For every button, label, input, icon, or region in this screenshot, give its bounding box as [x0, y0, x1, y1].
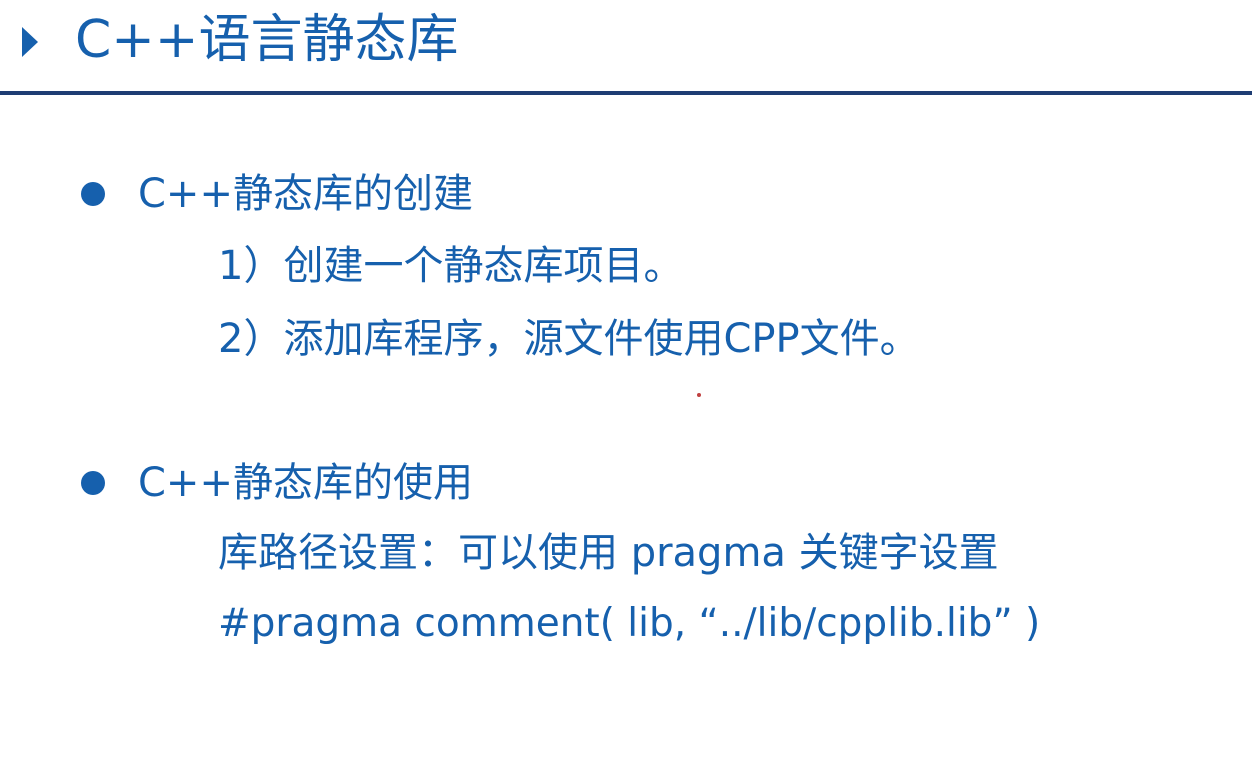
- create-step-2: 2）添加库程序，源文件使用CPP文件。: [218, 316, 920, 362]
- usage-pragma-code: #pragma comment( lib, “../lib/cpplib.lib…: [218, 601, 1041, 646]
- bullet-dot-icon: [81, 182, 105, 206]
- section-heading-create: C++静态库的创建: [138, 171, 473, 217]
- usage-path-setting: 库路径设置：可以使用 pragma 关键字设置: [218, 530, 999, 576]
- bullet-dot-icon: [81, 471, 105, 495]
- section-heading-use: C++静态库的使用: [138, 460, 473, 506]
- create-step-1: 1）创建一个静态库项目。: [218, 243, 684, 289]
- slide-content: C++静态库的创建 1）创建一个静态库项目。 2）添加库程序，源文件使用CPP文…: [0, 0, 1252, 769]
- stray-mark: [697, 393, 701, 397]
